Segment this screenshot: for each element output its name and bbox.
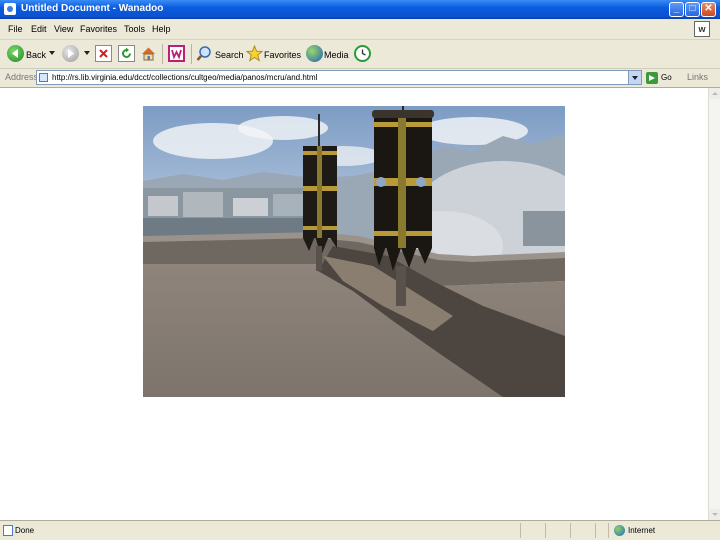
favorites-button-label[interactable]: Favorites (264, 50, 301, 60)
wanadoo-icon[interactable] (168, 45, 185, 62)
status-divider (608, 523, 609, 538)
security-zone-label: Internet (628, 526, 656, 535)
menu-help[interactable]: Help (152, 24, 171, 34)
menu-file[interactable]: File (8, 24, 23, 34)
menu-bar: File Edit View Favorites Tools Help (0, 19, 720, 40)
history-icon[interactable] (354, 45, 371, 62)
go-button-label[interactable]: Go (661, 73, 672, 82)
close-button[interactable]: ✕ (701, 2, 716, 17)
menu-favorites[interactable]: Favorites (80, 24, 117, 34)
search-icon[interactable] (196, 45, 213, 62)
menu-tools[interactable]: Tools (124, 24, 145, 34)
links-label[interactable]: Links (687, 72, 708, 82)
browser-app-icon[interactable] (4, 3, 16, 15)
address-input[interactable]: http://rs.lib.virginia.edu/dcct/collecti… (36, 70, 642, 85)
status-divider (570, 523, 571, 538)
status-text: Done (15, 526, 35, 535)
address-dropdown-button[interactable] (628, 71, 641, 84)
go-icon[interactable] (646, 72, 658, 84)
rooftop-photo (143, 106, 565, 397)
status-bar: Done Internet (0, 520, 720, 540)
window-title: Untitled Document - Wanadoo (21, 3, 164, 14)
address-url[interactable]: http://rs.lib.virginia.edu/dcct/collecti… (52, 73, 317, 82)
vertical-scrollbar[interactable] (708, 88, 720, 520)
refresh-icon[interactable] (118, 45, 135, 62)
menu-edit[interactable]: Edit (31, 24, 47, 34)
internet-zone-icon (614, 525, 625, 536)
search-button-label[interactable]: Search (215, 50, 244, 60)
toolbar-separator (162, 44, 163, 64)
status-divider (545, 523, 546, 538)
scroll-up-button[interactable] (709, 88, 720, 99)
toolbar-separator (191, 44, 192, 64)
title-bar: Untitled Document - Wanadoo _ □ ✕ (0, 0, 720, 19)
forward-icon[interactable] (62, 45, 79, 62)
back-button-label[interactable]: Back (26, 50, 46, 60)
media-icon[interactable] (306, 45, 323, 62)
address-bar: Address http://rs.lib.virginia.edu/dcct/… (0, 69, 720, 88)
back-dropdown-arrow[interactable] (49, 51, 55, 55)
address-label: Address (5, 72, 39, 82)
maximize-button[interactable]: □ (685, 2, 700, 17)
forward-dropdown-arrow[interactable] (84, 51, 90, 55)
standard-toolbar: Back Search Favorites Media (0, 40, 720, 69)
stop-icon[interactable] (95, 45, 112, 62)
favorites-icon[interactable] (245, 44, 264, 62)
media-button-label[interactable]: Media (324, 50, 349, 60)
home-icon[interactable] (140, 45, 157, 62)
menu-view[interactable]: View (54, 24, 73, 34)
scroll-down-button[interactable] (709, 509, 720, 520)
wanadoo-logo-icon: w (694, 21, 710, 37)
back-icon[interactable] (7, 45, 24, 62)
page-status-icon (3, 525, 13, 536)
page-icon (39, 73, 48, 82)
minimize-button[interactable]: _ (669, 2, 684, 17)
status-divider (595, 523, 596, 538)
status-divider (520, 523, 521, 538)
